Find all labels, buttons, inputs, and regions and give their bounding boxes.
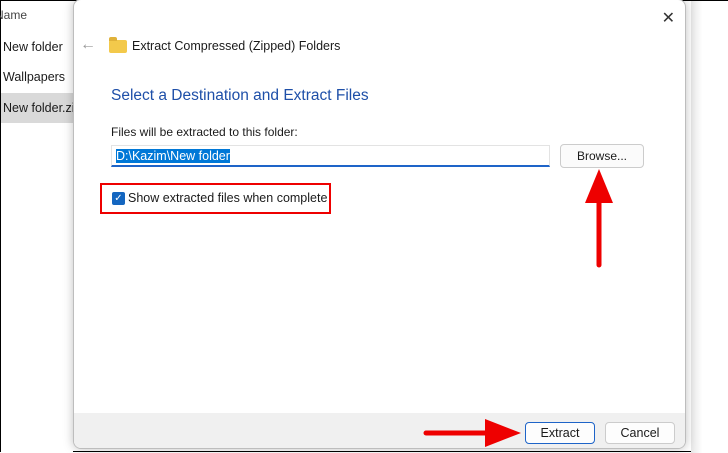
- destination-label: Files will be extracted to this folder:: [111, 125, 298, 139]
- annotation-arrow-right-icon: [423, 419, 521, 447]
- column-header-name[interactable]: Name: [0, 8, 27, 22]
- file-item-selected[interactable]: New folder.zip: [1, 93, 73, 123]
- close-icon[interactable]: ✕: [662, 8, 675, 28]
- page-heading: Select a Destination and Extract Files: [111, 87, 369, 104]
- destination-value: D:\Kazim\New folder: [116, 149, 230, 163]
- file-explorer-background: Name New folder Wallpapers New folder.zi…: [0, 1, 73, 453]
- destination-input[interactable]: D:\Kazim\New folder: [111, 145, 550, 167]
- show-files-label[interactable]: Show extracted files when complete: [128, 191, 327, 205]
- show-files-checkbox[interactable]: ✓: [112, 192, 125, 205]
- browse-button[interactable]: Browse...: [560, 144, 644, 168]
- file-item[interactable]: Wallpapers: [1, 62, 73, 92]
- back-arrow-icon[interactable]: ←: [80, 36, 96, 54]
- dialog-title: Extract Compressed (Zipped) Folders: [132, 39, 341, 53]
- annotation-arrow-up-icon: [585, 169, 613, 268]
- file-item[interactable]: New folder: [1, 32, 73, 62]
- cancel-button[interactable]: Cancel: [605, 422, 675, 444]
- extract-button[interactable]: Extract: [525, 422, 595, 444]
- zip-folder-icon: [109, 37, 127, 53]
- dialog-footer: Extract Cancel: [74, 413, 685, 448]
- background-shadow: [691, 1, 728, 453]
